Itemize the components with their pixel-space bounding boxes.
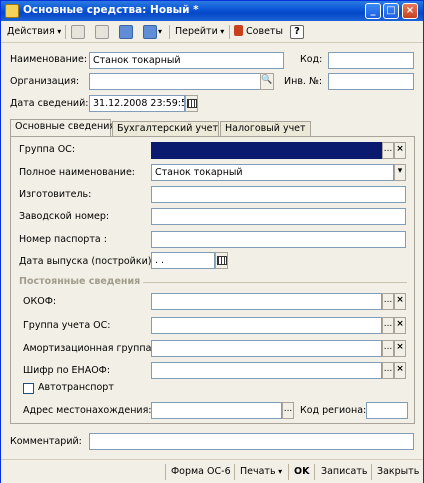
button-separator bbox=[165, 464, 166, 480]
app-icon bbox=[5, 4, 19, 18]
save-button[interactable]: Записать bbox=[321, 465, 367, 479]
accounting-group-select-button[interactable]: ... bbox=[382, 317, 394, 334]
tips-button[interactable]: Советы bbox=[234, 24, 283, 40]
okof-clear-button[interactable]: × bbox=[394, 293, 406, 310]
inventory-number-input[interactable] bbox=[328, 73, 414, 90]
minimize-button[interactable]: _ bbox=[365, 3, 381, 19]
calendar-icon bbox=[187, 99, 197, 108]
toolbar-separator bbox=[229, 25, 230, 39]
serial-number-label: Заводской номер: bbox=[19, 211, 110, 222]
organization-label: Организация: bbox=[10, 76, 80, 87]
actions-menu[interactable]: Действия bbox=[7, 24, 61, 40]
refresh-icon[interactable] bbox=[119, 25, 133, 39]
button-separator bbox=[234, 464, 235, 480]
structure-icon[interactable] bbox=[143, 25, 157, 39]
address-label: Адрес местонахождения: bbox=[23, 405, 152, 416]
organization-input[interactable] bbox=[89, 73, 261, 90]
toolbar-separator bbox=[65, 25, 66, 39]
button-separator bbox=[371, 464, 372, 480]
full-name-input[interactable]: Станок токарный bbox=[151, 164, 394, 181]
help-icon[interactable]: ? bbox=[290, 25, 304, 39]
calendar-button[interactable] bbox=[185, 95, 198, 112]
os-group-select-button[interactable]: ... bbox=[382, 142, 394, 159]
tab-panel-main-info: Группа ОС: ... × Полное наименование: Ст… bbox=[10, 136, 415, 424]
enaof-code-input[interactable] bbox=[151, 362, 382, 379]
section-divider bbox=[143, 282, 407, 283]
os-group-label: Группа ОС: bbox=[19, 144, 76, 155]
amortization-group-clear-button[interactable]: × bbox=[394, 340, 406, 357]
comment-input[interactable] bbox=[89, 433, 414, 450]
goto-menu[interactable]: Перейти bbox=[175, 24, 224, 40]
button-separator bbox=[288, 464, 289, 480]
accounting-group-input[interactable] bbox=[151, 317, 382, 334]
release-calendar-button[interactable] bbox=[215, 252, 228, 269]
address-input[interactable] bbox=[151, 402, 282, 419]
serial-number-input[interactable] bbox=[151, 208, 406, 225]
tips-label: Советы bbox=[246, 26, 283, 37]
manufacturer-label: Изготовитель: bbox=[19, 189, 92, 200]
tab-tax[interactable]: Налоговый учет bbox=[220, 121, 311, 137]
form-buttons-bar: Форма ОС-6 Печать OK Записать Закрыть bbox=[1, 459, 423, 483]
code-input[interactable] bbox=[328, 52, 414, 69]
passport-number-label: Номер паспорта : bbox=[19, 234, 107, 245]
maximize-button[interactable]: □ bbox=[383, 3, 399, 19]
enaof-code-label: Шифр по ЕНАОФ: bbox=[23, 365, 111, 376]
region-code-input[interactable] bbox=[366, 402, 408, 419]
okof-label: ОКОФ: bbox=[23, 296, 57, 307]
full-name-label: Полное наименование: bbox=[19, 167, 136, 178]
info-date-label: Дата сведений: bbox=[10, 98, 89, 109]
os6-form-button[interactable]: Форма ОС-6 bbox=[171, 465, 231, 479]
window-title: Основные средства: Новый * bbox=[23, 4, 199, 16]
add-icon[interactable] bbox=[71, 25, 85, 39]
full-name-dropdown-icon[interactable]: ▾ bbox=[394, 164, 406, 181]
release-date-input[interactable]: . . bbox=[151, 252, 215, 269]
name-label: Наименование: bbox=[10, 54, 88, 65]
manufacturer-input[interactable] bbox=[151, 186, 406, 203]
os-group-clear-button[interactable]: × bbox=[394, 142, 406, 159]
inventory-number-label: Инв. №: bbox=[284, 76, 323, 87]
tips-icon bbox=[234, 25, 243, 36]
okof-select-button[interactable]: ... bbox=[382, 293, 394, 310]
motor-vehicle-checkbox[interactable] bbox=[23, 383, 34, 394]
accounting-group-clear-button[interactable]: × bbox=[394, 317, 406, 334]
region-code-label: Код региона: bbox=[300, 405, 367, 416]
enaof-code-select-button[interactable]: ... bbox=[382, 362, 394, 379]
release-date-label: Дата выпуска (постройки): bbox=[19, 256, 155, 267]
tab-accounting[interactable]: Бухгалтерский учет bbox=[112, 121, 219, 137]
amortization-group-label: Амортизационная группа: bbox=[23, 343, 155, 354]
main-window: Основные средства: Новый * _ □ × Действи… bbox=[0, 0, 424, 483]
close-window-button[interactable]: × bbox=[402, 3, 418, 19]
button-separator bbox=[314, 464, 315, 480]
structure-dropdown-icon[interactable]: ▾ bbox=[158, 24, 162, 40]
ok-button[interactable]: OK bbox=[294, 465, 309, 479]
toolbar: Действия ▾ Перейти Советы ? bbox=[1, 21, 423, 43]
name-input[interactable]: Станок токарный bbox=[89, 52, 284, 69]
copy-icon[interactable] bbox=[95, 25, 109, 39]
search-icon[interactable]: 🔍 bbox=[260, 73, 274, 90]
passport-number-input[interactable] bbox=[151, 231, 406, 248]
code-label: Код: bbox=[300, 54, 323, 65]
os-group-input[interactable] bbox=[151, 142, 382, 159]
title-bar[interactable]: Основные средства: Новый * _ □ × bbox=[1, 1, 423, 21]
permanent-info-heading: Постоянные сведения bbox=[19, 276, 141, 287]
amortization-group-input[interactable] bbox=[151, 340, 382, 357]
okof-input[interactable] bbox=[151, 293, 382, 310]
print-menu[interactable]: Печать bbox=[240, 465, 282, 479]
enaof-code-clear-button[interactable]: × bbox=[394, 362, 406, 379]
toolbar-separator bbox=[169, 25, 170, 39]
accounting-group-label: Группа учета ОС: bbox=[23, 320, 111, 331]
info-date-input[interactable]: 31.12.2008 23:59:59 bbox=[89, 95, 185, 112]
motor-vehicle-label: Автотранспорт bbox=[38, 382, 114, 393]
comment-label: Комментарий: bbox=[10, 436, 82, 447]
tab-main-info[interactable]: Основные сведения bbox=[10, 119, 115, 137]
calendar-icon bbox=[217, 256, 227, 265]
close-button[interactable]: Закрыть bbox=[377, 465, 419, 479]
address-select-button[interactable]: ... bbox=[282, 402, 294, 419]
amortization-group-select-button[interactable]: ... bbox=[382, 340, 394, 357]
